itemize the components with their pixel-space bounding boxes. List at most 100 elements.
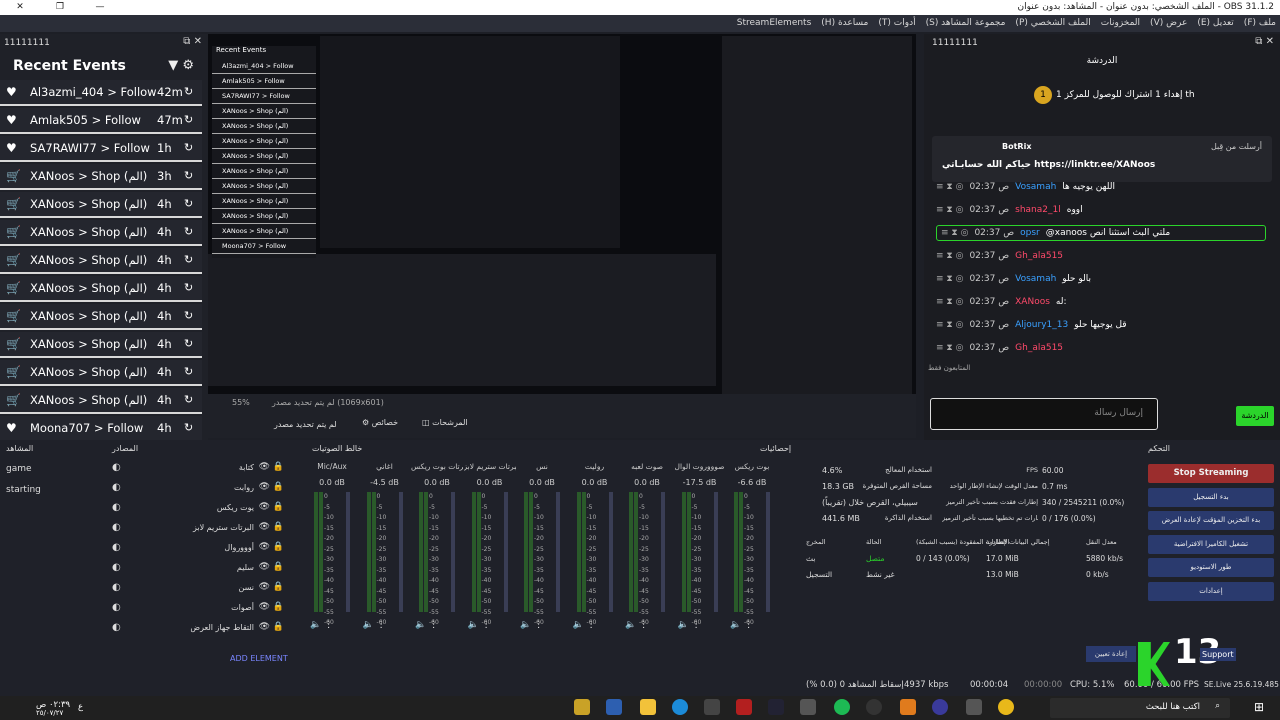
lock-icon[interactable]: 🔒 <box>273 522 284 532</box>
mute-icon[interactable]: 🔈 ⋮ <box>415 620 438 630</box>
event-row[interactable]: 🛒 XANoos > Shop (الم) 4h ↻ <box>0 192 202 218</box>
chat-user[interactable]: Aljoury1_13 <box>1015 320 1068 330</box>
lock-icon[interactable]: 🔒 <box>273 622 284 632</box>
replay-icon[interactable]: ↻ <box>184 416 193 440</box>
chat-mod-icons[interactable]: ≡ ⧗ ◎ <box>936 320 963 330</box>
menu-scene-collection[interactable]: مجموعة المشاهد (S) <box>926 15 1006 32</box>
stats-reset-button[interactable]: إعادة تعيين <box>1086 646 1136 662</box>
steam-icon[interactable] <box>768 699 784 715</box>
eye-icon[interactable]: 👁 <box>259 462 270 472</box>
minimize-icon[interactable]: — <box>80 0 120 15</box>
eye-icon[interactable]: 👁 <box>259 522 270 532</box>
windows-start-icon[interactable]: ⊞ <box>1254 700 1264 714</box>
menu-docks[interactable]: المخزونات <box>1101 15 1140 32</box>
app-icon-12[interactable] <box>932 699 948 715</box>
source-row[interactable]: ◐ أصوات 👁 🔒 <box>112 600 290 620</box>
volume-slider[interactable] <box>398 492 403 612</box>
app-icon-2[interactable] <box>606 699 622 715</box>
source-row[interactable]: ◐ البرتات ستريم لابز 👁 🔒 <box>112 520 290 540</box>
mute-icon[interactable]: 🔈 ⋮ <box>520 620 543 630</box>
chat-user[interactable]: Vosamah <box>1015 182 1056 192</box>
source-row[interactable]: ◐ نسن 👁 🔒 <box>112 580 290 600</box>
properties-button[interactable]: ⚙ خصائص <box>362 418 398 427</box>
lock-icon[interactable]: 🔒 <box>273 462 284 472</box>
chat-dock-controls[interactable]: ⧉ ✕ <box>1255 36 1274 47</box>
obs-icon[interactable] <box>866 699 882 715</box>
control-button-5[interactable]: إعدادات <box>1148 581 1274 601</box>
mute-icon[interactable]: 🔈 ⋮ <box>730 620 753 630</box>
lock-icon[interactable]: 🔒 <box>273 562 284 572</box>
source-row[interactable]: ◐ أوووروال 👁 🔒 <box>112 540 290 560</box>
volume-slider[interactable] <box>713 492 718 612</box>
lock-icon[interactable]: 🔒 <box>273 482 284 492</box>
eye-icon[interactable]: 👁 <box>259 562 270 572</box>
scene-item[interactable]: game <box>6 464 32 474</box>
control-button-3[interactable]: تشغيل الكاميرا الافتراضية <box>1148 534 1274 554</box>
mute-icon[interactable]: 🔈 ⋮ <box>625 620 648 630</box>
chat-mod-icons[interactable]: ≡ ⧗ ◎ <box>936 205 963 215</box>
replay-icon[interactable]: ↻ <box>184 276 193 300</box>
filter-icon[interactable]: ▼ <box>168 58 178 73</box>
volume-slider[interactable] <box>661 492 665 612</box>
app-icon-13[interactable] <box>966 699 982 715</box>
replay-icon[interactable]: ↻ <box>184 136 193 160</box>
volume-slider[interactable] <box>503 492 508 612</box>
source-row[interactable]: ◐ كتابة 👁 🔒 <box>112 460 290 480</box>
eye-icon[interactable]: 👁 <box>259 482 270 492</box>
zoom-level[interactable]: 55% <box>232 398 250 407</box>
menu-profile[interactable]: الملف الشخصي (P) <box>1015 15 1090 32</box>
replay-icon[interactable]: ↻ <box>184 388 193 412</box>
filters-button[interactable]: ◫ المرشحات <box>422 418 468 427</box>
replay-icon[interactable]: ↻ <box>184 108 193 132</box>
event-row[interactable]: 🛒 XANoos > Shop (الم) 4h ↻ <box>0 248 202 274</box>
chat-mod-icons[interactable]: ≡ ⧗ ◎ <box>936 297 963 307</box>
chat-mod-icons[interactable]: ≡ ⧗ ◎ <box>941 228 968 238</box>
event-row[interactable]: 🛒 XANoos > Shop (الم) 4h ↻ <box>0 220 202 246</box>
lock-icon[interactable]: 🔒 <box>273 542 284 552</box>
replay-icon[interactable]: ↻ <box>184 304 193 328</box>
volume-slider[interactable] <box>608 492 613 612</box>
spotify-icon[interactable] <box>834 699 850 715</box>
replay-icon[interactable]: ↻ <box>184 192 193 216</box>
menu-file[interactable]: ملف (F) <box>1244 15 1276 32</box>
lock-icon[interactable]: 🔒 <box>273 582 284 592</box>
volume-slider[interactable] <box>556 492 560 612</box>
close-icon[interactable]: ✕ <box>0 0 40 15</box>
eye-icon[interactable]: 👁 <box>259 502 270 512</box>
chat-user[interactable]: Gh_ala515 <box>1015 343 1063 353</box>
mute-icon[interactable]: 🔈 ⋮ <box>678 620 701 630</box>
chat-user[interactable]: XANoos <box>1015 297 1050 307</box>
control-button-4[interactable]: طور الاستوديو <box>1148 558 1274 577</box>
event-row[interactable]: 🛒 XANoos > Shop (الم) 4h ↻ <box>0 360 202 386</box>
event-row[interactable]: ♥ SA7RAWI77 > Follow 1h ↻ <box>0 136 202 162</box>
chat-input[interactable]: إرسال رسالة <box>930 398 1158 430</box>
source-row[interactable]: ◐ التقاط جهاز العرض 👁 🔒 <box>112 620 290 640</box>
add-element-button[interactable]: ADD ELEMENT <box>230 654 288 663</box>
gear-icon[interactable]: ⚙ <box>182 58 194 73</box>
volume-slider[interactable] <box>451 492 455 612</box>
event-row[interactable]: ♥ Amlak505 > Follow 47m ↻ <box>0 108 202 134</box>
control-button-2[interactable]: بدء التخزين المؤقت لإعادة العرض <box>1148 511 1274 530</box>
eye-icon[interactable]: 👁 <box>259 622 270 632</box>
event-row[interactable]: 🛒 XANoos > Shop (الم) 4h ↻ <box>0 276 202 302</box>
menu-help[interactable]: مساعدة (H) <box>821 15 868 32</box>
replay-icon[interactable]: ↻ <box>184 360 193 384</box>
eye-icon[interactable]: 👁 <box>259 602 270 612</box>
replay-icon[interactable]: ↻ <box>184 220 193 244</box>
event-row[interactable]: 🛒 XANoos > Shop (الم) 4h ↻ <box>0 388 202 414</box>
chat-mod-icons[interactable]: ≡ ⧗ ◎ <box>936 182 963 192</box>
control-button-0[interactable]: Stop Streaming <box>1148 464 1274 483</box>
volume-slider[interactable] <box>346 492 350 612</box>
chat-user[interactable]: opsr <box>1020 228 1040 238</box>
chat-mod-icons[interactable]: ≡ ⧗ ◎ <box>936 343 963 353</box>
event-row[interactable]: 🛒 XANoos > Shop (الم) 4h ↻ <box>0 304 202 330</box>
event-row[interactable]: ♥ Moona707 > Follow 4h ↻ <box>0 416 202 440</box>
replay-icon[interactable]: ↻ <box>184 332 193 356</box>
chat-mod-icons[interactable]: ≡ ⧗ ◎ <box>936 251 963 261</box>
eye-icon[interactable]: 👁 <box>259 582 270 592</box>
voicemeeter-icon[interactable] <box>736 699 752 715</box>
menu-tools[interactable]: أدوات (T) <box>878 15 915 32</box>
mute-icon[interactable]: 🔈 ⋮ <box>468 620 491 630</box>
folder-icon[interactable] <box>640 699 656 715</box>
lock-icon[interactable]: 🔒 <box>273 602 284 612</box>
